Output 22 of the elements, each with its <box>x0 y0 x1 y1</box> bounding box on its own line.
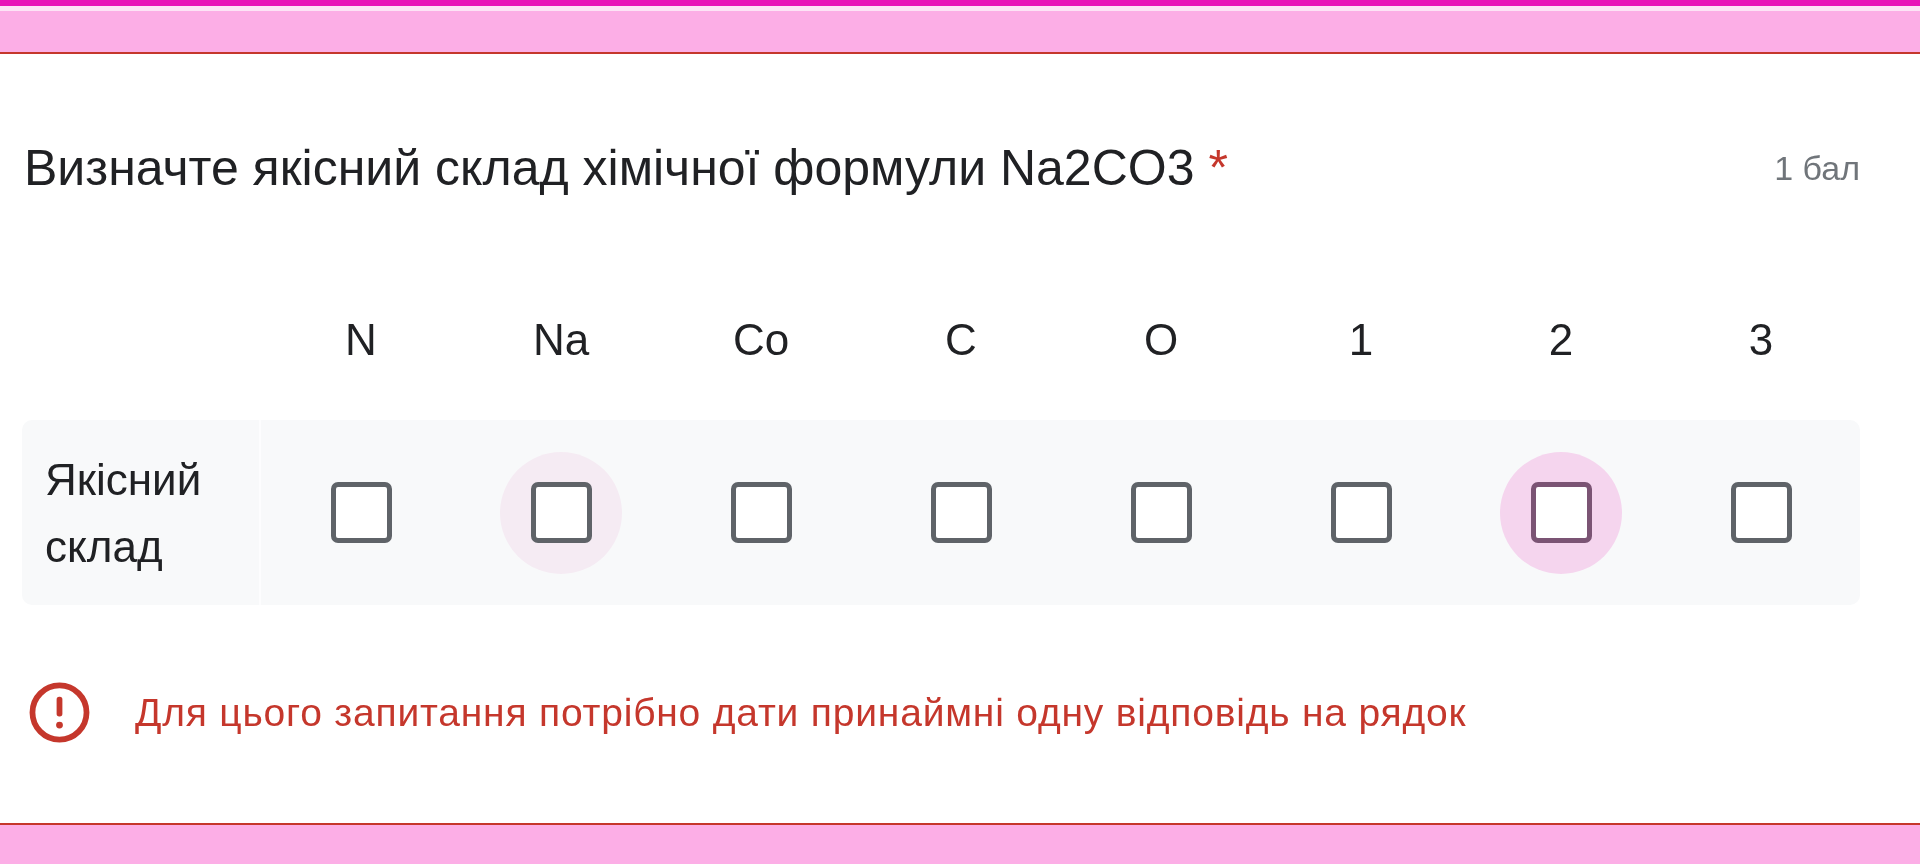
column-header: Na <box>531 314 591 366</box>
error-message: Для цього запитання потрібно дати принаймні одну відповідь на рядок <box>135 690 1467 735</box>
column-header: O <box>1142 314 1180 366</box>
row-label: Якісний склад <box>22 420 261 605</box>
checkbox[interactable] <box>1130 482 1192 543</box>
column-header: 1 <box>1347 314 1375 366</box>
column-header: Co <box>731 314 791 366</box>
checkbox[interactable] <box>1330 482 1392 543</box>
column-header: 3 <box>1747 314 1775 366</box>
required-asterisk: * <box>1208 139 1228 197</box>
checkbox[interactable] <box>930 482 992 543</box>
checkbox[interactable] <box>730 482 792 543</box>
checkbox[interactable] <box>1730 482 1792 543</box>
checkbox[interactable] <box>1530 482 1592 543</box>
column-header: N <box>344 314 378 366</box>
column-header: C <box>944 314 978 366</box>
error-icon <box>28 681 91 744</box>
column-header: 2 <box>1547 314 1575 366</box>
question-title: Визначте якісний склад хімічної формули Na2CO3 <box>24 139 1195 197</box>
checkbox[interactable] <box>530 482 592 543</box>
points-label: 1 бал <box>1774 148 1860 188</box>
checkbox[interactable] <box>330 482 392 543</box>
